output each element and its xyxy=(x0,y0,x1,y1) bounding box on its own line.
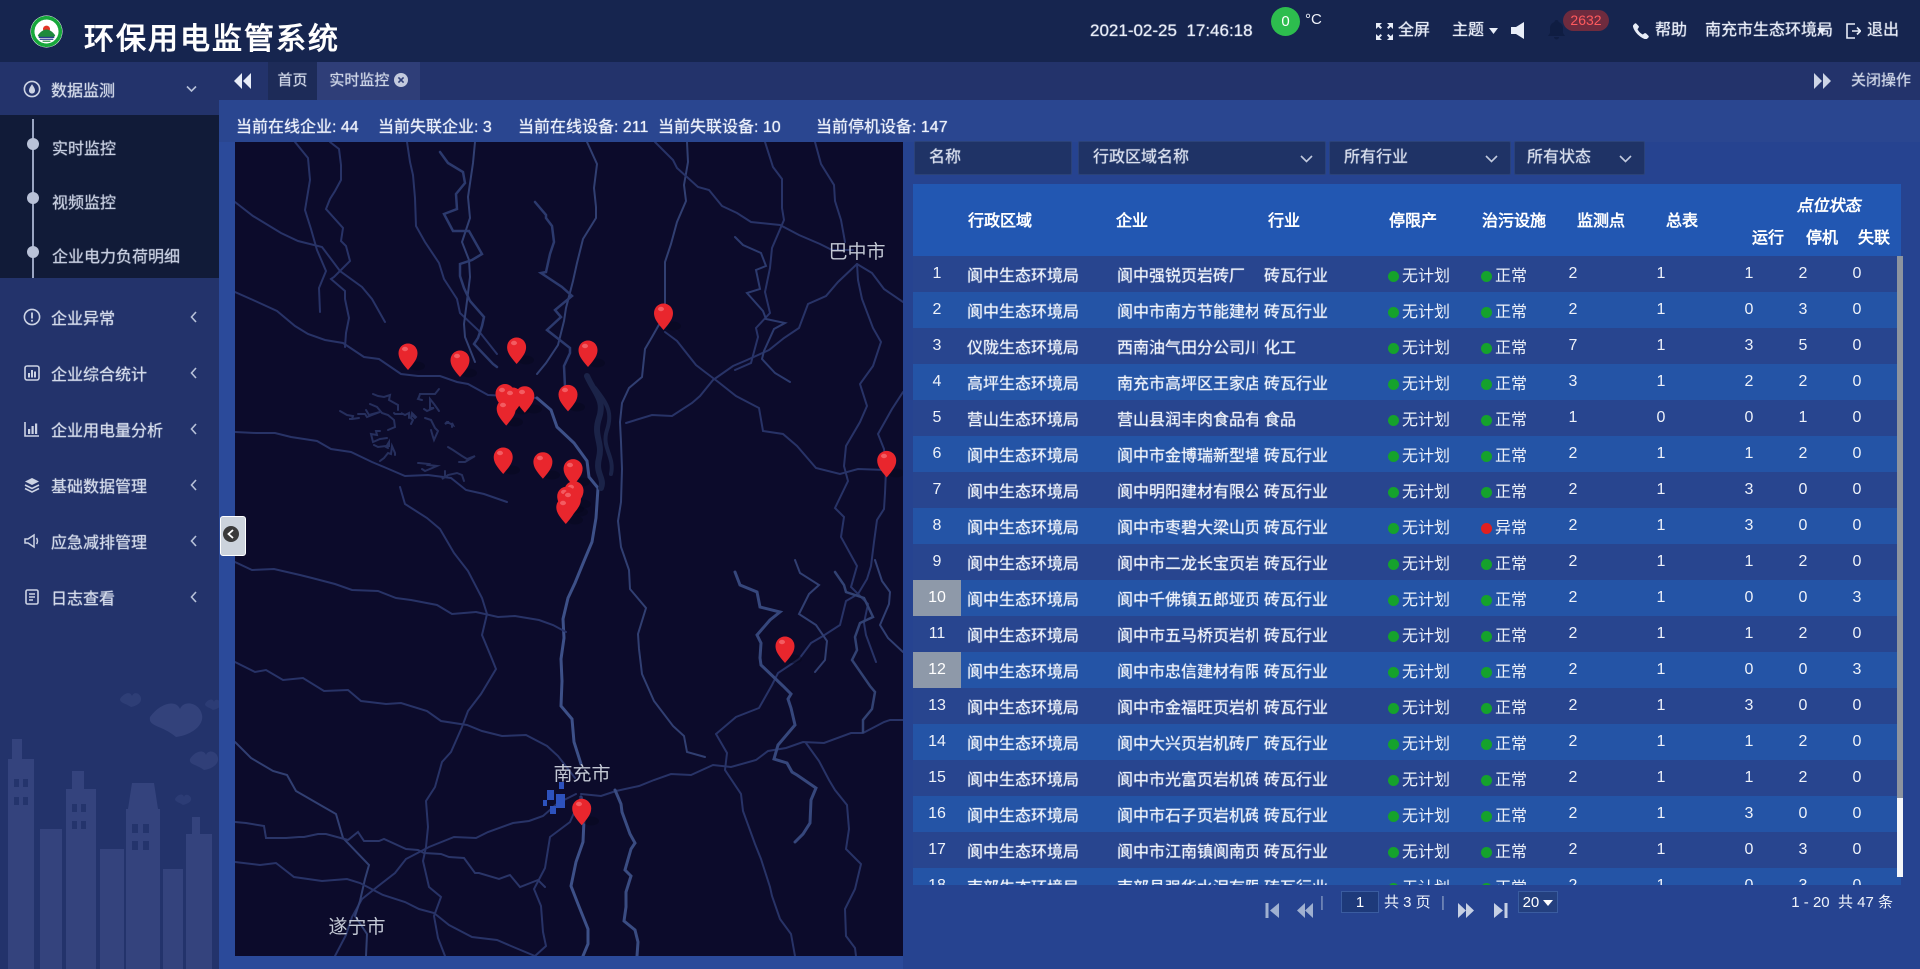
svg-text:南充市: 南充市 xyxy=(553,763,610,785)
svg-text:巴中市: 巴中市 xyxy=(828,241,885,263)
svg-text:遂宁市: 遂宁市 xyxy=(328,916,385,938)
